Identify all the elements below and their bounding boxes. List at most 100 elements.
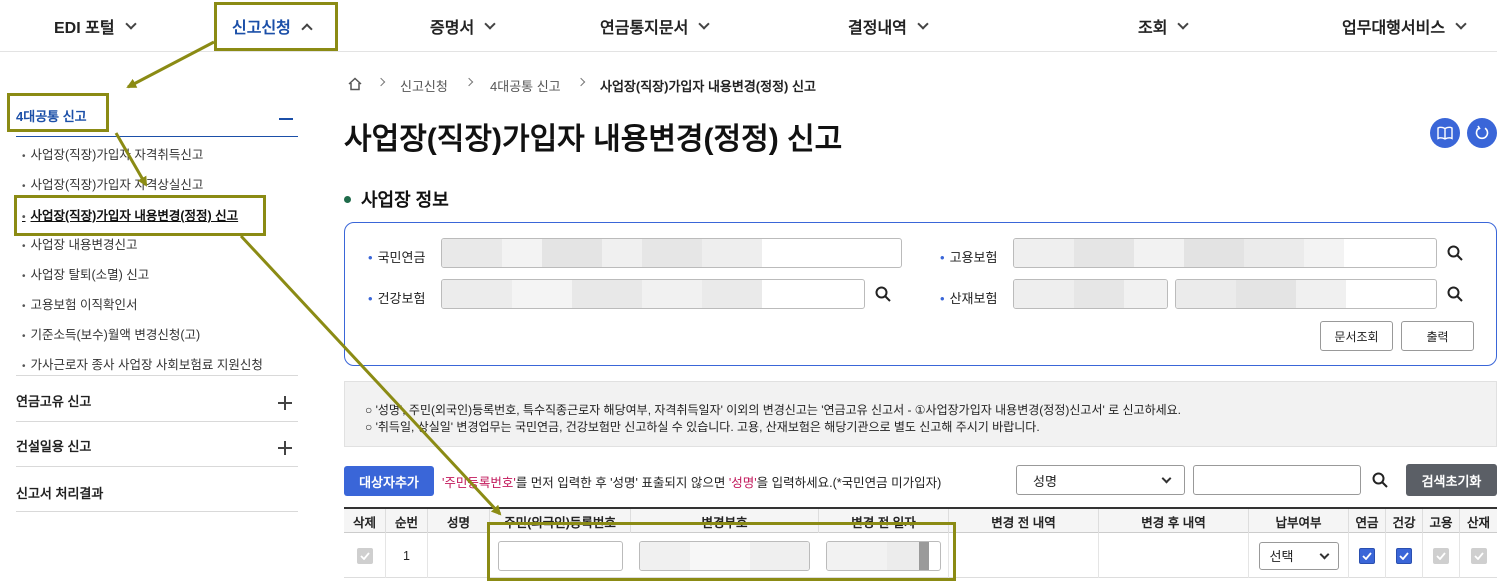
divider xyxy=(16,375,298,376)
search-icon[interactable] xyxy=(1372,472,1388,488)
input-hint: '주민등록번호'를 먼저 입력한 후 '성명' 표출되지 않으면 '성명'을 입… xyxy=(442,476,942,490)
cell-health xyxy=(1386,533,1423,578)
label-health: 건강보험 xyxy=(368,288,426,307)
chevron-down-icon xyxy=(1455,17,1467,30)
check-icon xyxy=(1473,551,1484,560)
industrial-input-b[interactable] xyxy=(1175,279,1437,309)
col-employment: 고용 xyxy=(1423,509,1460,533)
reset-search-button[interactable]: 검색초기화 xyxy=(1406,464,1497,496)
sidebar-item-loss[interactable]: 사업장(직장)가입자 자격상실신고 xyxy=(22,174,204,193)
refresh-button[interactable] xyxy=(1467,118,1497,148)
notice-box: ○ '성명', 주민(외국인)등록번호, 특수직종근로자 해당여부, 자격취득일… xyxy=(344,381,1497,447)
search-icon[interactable] xyxy=(1447,286,1463,302)
sidebar-item-domestic-support[interactable]: 가사근로자 종사 사업장 사회보험료 지원신청 xyxy=(22,354,263,373)
col-resident-no: 주민(외국인)등록번호 xyxy=(490,509,631,533)
sidebar-item-withdrawal[interactable]: 사업장 탈퇴(소멸) 신고 xyxy=(22,264,150,283)
search-input[interactable] xyxy=(1193,465,1361,495)
notice-line-1: ○ '성명', 주민(외국인)등록번호, 특수직종근로자 해당여부, 자격취득일… xyxy=(365,403,1182,417)
cell-payment: 선택 xyxy=(1249,533,1349,578)
nav-edi-portal[interactable]: EDI 포털 xyxy=(54,0,137,52)
before-date-input[interactable] xyxy=(826,541,941,571)
search-icon[interactable] xyxy=(1447,245,1463,261)
check-icon xyxy=(359,551,370,560)
industrial-input-a[interactable] xyxy=(1013,279,1168,309)
col-after-detail: 변경 후 내역 xyxy=(1099,509,1249,533)
sidebar-group-common[interactable]: 4대공통 신고 xyxy=(16,106,87,125)
expand-icon[interactable] xyxy=(278,441,292,455)
nav-certificate[interactable]: 증명서 xyxy=(430,0,496,52)
nav-pension-notice[interactable]: 연금통지문서 xyxy=(600,0,710,52)
nav-report-apply[interactable]: 신고신청 xyxy=(232,0,313,52)
delete-checkbox[interactable] xyxy=(356,547,373,564)
home-icon[interactable] xyxy=(348,77,362,91)
chevron-down-icon xyxy=(1177,17,1190,30)
employment-input[interactable] xyxy=(1013,238,1437,268)
divider xyxy=(16,511,298,512)
health-input[interactable] xyxy=(441,279,865,309)
label-pension: 국민연금 xyxy=(368,247,426,266)
label-employment: 고용보험 xyxy=(940,247,998,266)
chevron-down-icon xyxy=(917,17,929,30)
sidebar-group-result[interactable]: 신고서 처리결과 xyxy=(16,483,103,502)
cell-delete xyxy=(344,533,386,578)
sidebar-item-income-change[interactable]: 기준소득(보수)월액 변경신청(고) xyxy=(22,324,201,343)
cell-pension xyxy=(1349,533,1386,578)
pension-input[interactable] xyxy=(441,238,902,268)
col-name: 성명 xyxy=(428,509,490,533)
chevron-right-icon xyxy=(464,77,474,87)
divider xyxy=(16,421,298,422)
cell-after-detail xyxy=(1099,533,1249,578)
pension-checkbox[interactable] xyxy=(1359,547,1375,564)
col-pension: 연금 xyxy=(1349,509,1386,533)
col-payment: 납부여부 xyxy=(1249,509,1349,533)
breadcrumb-current: 사업장(직장)가입자 내용변경(정정) 신고 xyxy=(600,79,816,94)
bullet-icon xyxy=(344,195,351,203)
cell-employment xyxy=(1423,533,1460,578)
check-icon xyxy=(1436,551,1446,560)
expand-icon[interactable] xyxy=(278,396,292,410)
add-target-button[interactable]: 대상자추가 xyxy=(344,466,434,496)
col-health: 건강 xyxy=(1386,509,1423,533)
chevron-right-icon xyxy=(376,77,386,87)
sidebar-item-content-change[interactable]: 사업장(직장)가입자 내용변경(정정) 신고 xyxy=(22,205,239,224)
breadcrumb-level2[interactable]: 4대공통 신고 xyxy=(490,76,561,95)
employment-checkbox[interactable] xyxy=(1433,547,1449,564)
health-checkbox[interactable] xyxy=(1396,547,1412,564)
divider xyxy=(16,136,298,137)
col-before-detail: 변경 전 내역 xyxy=(949,509,1099,533)
doc-lookup-button[interactable]: 문서조회 xyxy=(1320,321,1393,351)
nav-agency-service[interactable]: 업무대행서비스 xyxy=(1342,0,1467,52)
label-industrial: 산재보험 xyxy=(940,288,998,307)
search-icon[interactable] xyxy=(875,286,891,302)
cell-industrial xyxy=(1460,533,1497,578)
sidebar-group-pension[interactable]: 연금고유 신고 xyxy=(16,391,91,410)
refresh-icon xyxy=(1475,125,1489,140)
nav-inquiry[interactable]: 조회 xyxy=(1138,0,1190,52)
resident-no-input[interactable] xyxy=(498,541,623,571)
col-change-code: 변경부호 xyxy=(631,509,819,533)
print-button[interactable]: 출력 xyxy=(1401,321,1474,351)
page-title: 사업장(직장)가입자 내용변경(정정) 신고 xyxy=(344,123,843,156)
section-title: 사업장 정보 xyxy=(344,186,449,212)
divider xyxy=(16,466,298,467)
col-industrial: 산재 xyxy=(1466,515,1490,530)
sidebar-item-workplace-change[interactable]: 사업장 내용변경신고 xyxy=(22,234,138,253)
industrial-checkbox[interactable] xyxy=(1470,547,1487,564)
sidebar-item-separation[interactable]: 고용보험 이직확인서 xyxy=(22,294,138,313)
notice-line-2: ○ '취득일, 상실일' 변경업무는 국민연금, 건강보험만 신고하실 수 있습… xyxy=(365,420,1040,434)
manual-button[interactable] xyxy=(1430,118,1460,148)
collapse-icon[interactable] xyxy=(279,118,293,120)
cell-before-detail xyxy=(949,533,1099,578)
change-code-input[interactable] xyxy=(639,541,810,571)
sidebar-item-acquisition[interactable]: 사업장(직장)가입자 자격취득신고 xyxy=(22,144,204,163)
search-type-select[interactable]: 성명 xyxy=(1016,465,1185,495)
check-icon xyxy=(1399,551,1409,560)
book-icon xyxy=(1437,126,1453,140)
top-nav: EDI 포털 신고신청 증명서 연금통지문서 결정내역 조회 업무대행서비스 xyxy=(0,0,1497,52)
check-icon xyxy=(1362,551,1372,560)
breadcrumb-level1[interactable]: 신고신청 xyxy=(400,76,448,95)
sidebar-group-construction[interactable]: 건설일용 신고 xyxy=(16,436,91,455)
payment-select[interactable]: 선택 xyxy=(1258,541,1339,570)
cell-seq: 1 xyxy=(386,533,428,578)
nav-decision[interactable]: 결정내역 xyxy=(848,0,929,52)
